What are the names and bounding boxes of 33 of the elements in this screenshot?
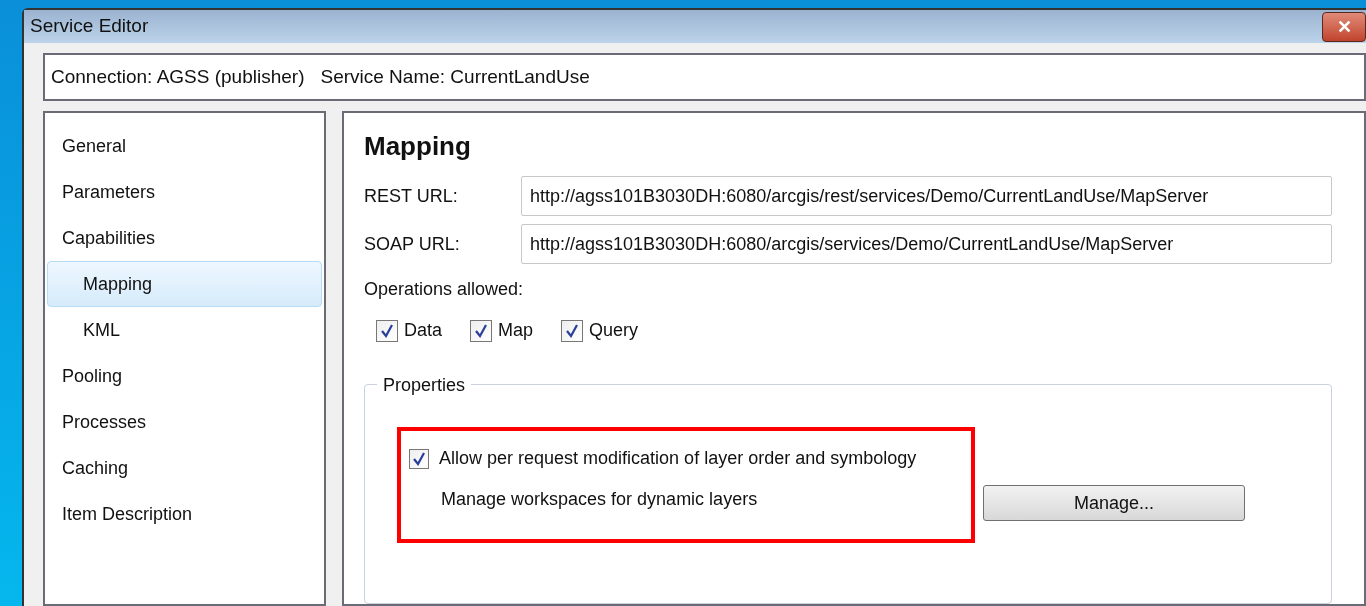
checkbox[interactable]: [470, 319, 493, 342]
navigation-item[interactable]: Processes: [47, 399, 322, 445]
navigation-item[interactable]: Item Description: [47, 491, 322, 537]
navigation-item[interactable]: KML: [47, 307, 322, 353]
url-field[interactable]: http://agss101B3030DH:6080/arcgis/services/Demo/CurrentLandUse/MapServer: [521, 224, 1332, 264]
check-icon: [473, 322, 490, 339]
navigation-item[interactable]: Pooling: [47, 353, 322, 399]
checkbox-label: Map: [498, 319, 534, 342]
check-icon: [564, 322, 581, 339]
section-heading: Mapping: [364, 130, 472, 163]
close-button[interactable]: ✕: [1322, 11, 1366, 42]
check-icon: [379, 322, 395, 339]
check-icon: [411, 450, 427, 467]
operations-label: Operations allowed:: [364, 278, 525, 301]
connection-text: Connection: AGSS (publisher): [51, 64, 305, 89]
navigation-item[interactable]: Parameters: [47, 169, 322, 215]
checkbox-label: Allow per request modification of layer order and symbology: [439, 447, 917, 470]
field-label: SOAP URL:: [364, 232, 461, 256]
window-title: Service Editor: [30, 14, 149, 39]
navigation-item[interactable]: General: [47, 123, 322, 169]
navigation-item[interactable]: Mapping: [47, 261, 322, 307]
navigation-item[interactable]: Capabilities: [47, 215, 322, 261]
checkbox[interactable]: [561, 319, 584, 342]
checkbox[interactable]: [376, 319, 398, 342]
checkbox-label: Data: [404, 319, 443, 342]
field-label: REST URL:: [364, 184, 459, 208]
navigation-item[interactable]: Caching: [47, 445, 322, 491]
checkbox[interactable]: [409, 448, 429, 469]
checkbox-label: Query: [589, 319, 639, 342]
service-name-text: Service Name: CurrentLandUse: [320, 64, 590, 89]
manage-workspaces-text: Manage workspaces for dynamic layers: [441, 488, 759, 511]
url-field[interactable]: http://agss101B3030DH:6080/arcgis/rest/services/Demo/CurrentLandUse/MapServer: [521, 176, 1332, 216]
manage-button[interactable]: Manage...: [983, 485, 1245, 521]
